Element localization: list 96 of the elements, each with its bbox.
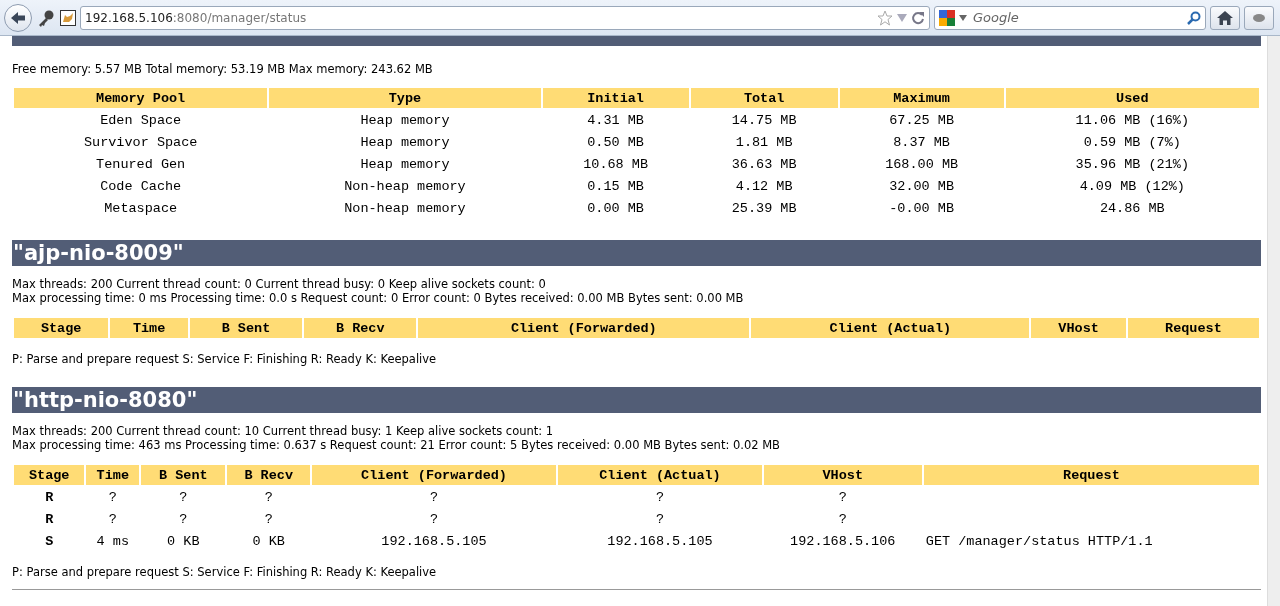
table-cell-text: 24.86 MB	[1098, 199, 1166, 218]
connector-heading: "ajp-nio-8009"	[12, 240, 1261, 266]
address-bar[interactable]: 192.168.5.106:8080/manager/status	[80, 5, 930, 30]
memory-summary: Free memory: 5.57 MB Total memory: 53.19 MB Max memory: 243.62 MB	[12, 62, 434, 76]
table-cell-text: 4.31 MB	[586, 111, 645, 130]
table-cell-text: ?	[107, 488, 118, 507]
column-header: Type	[269, 88, 541, 109]
table-cell-text: Code Cache	[99, 177, 183, 196]
table-cell-text: 4 ms	[95, 532, 130, 551]
column-header: Memory Pool	[14, 88, 268, 109]
table-cell-text: 25.39 MB	[730, 199, 798, 218]
table-cell-text: S	[44, 532, 55, 551]
column-header: Request	[1127, 318, 1259, 339]
table-cell-text: Non-heap memory	[343, 199, 467, 218]
table-cell-text: 0.50 MB	[586, 133, 645, 152]
table-cell-text: ?	[837, 488, 848, 507]
column-header: VHost	[763, 465, 922, 486]
table-cell-text: Eden Space	[99, 111, 183, 130]
url-text: 192.168.5.106:8080/manager/status	[85, 10, 308, 25]
table-cell-text: R	[44, 510, 55, 529]
connector-stats: Max threads: 200 Current thread count: 10 Current thread busy: 1 Keep alive sockets count: 1	[12, 424, 555, 438]
column-header: Request	[923, 465, 1259, 486]
table-cell-text: 32.00 MB	[888, 177, 956, 196]
table-cell-text: 67.25 MB	[888, 111, 956, 130]
column-header: B Sent	[189, 318, 303, 339]
table-cell-text: ?	[263, 488, 274, 507]
table-cell-text: Metaspace	[103, 199, 179, 218]
table-cell-text: 0.15 MB	[586, 177, 645, 196]
table-cell-text: 14.75 MB	[730, 111, 798, 130]
table-cell-text: Heap memory	[359, 111, 451, 130]
column-header: Stage	[14, 465, 85, 486]
scrollbar[interactable]	[1267, 36, 1280, 606]
star-icon[interactable]	[877, 9, 893, 26]
back-arrow-icon	[9, 9, 27, 26]
table-cell-text: 0.59 MB (7%)	[1082, 133, 1182, 152]
table-cell-text: Survivor Space	[82, 133, 199, 152]
table-cell-text: 0 KB	[251, 532, 286, 551]
connector-stats: Max processing time: 0 ms Processing time: 0.0 s Request count: 0 Error count: 0 Bytes received: 0.00 MB Bytes sent: 0.00 MB	[12, 291, 745, 305]
table-cell-text: ?	[263, 510, 274, 529]
column-header: VHost	[1031, 318, 1126, 339]
stage-legend: P: Parse and prepare request S: Service F: Finishing R: Ready K: Keepalive	[12, 352, 1261, 366]
column-header: Client (Actual)	[558, 465, 762, 486]
table-cell-text: 192.168.5.105	[380, 532, 488, 551]
column-header: Stage	[14, 318, 109, 339]
stage-legend: P: Parse and prepare request S: Service F: Finishing R: Ready K: Keepalive	[12, 565, 1261, 579]
table-cell-text: 4.09 MB (12%)	[1078, 177, 1186, 196]
column-header: Maximum	[839, 88, 1004, 109]
column-header: Client (Forwarded)	[418, 318, 750, 339]
column-header: Client (Forwarded)	[311, 465, 557, 486]
table-cell-text: ?	[178, 488, 189, 507]
back-button[interactable]	[4, 3, 32, 32]
table-cell-text: 192.168.5.106	[789, 532, 897, 551]
table-cell-text: 11.06 MB (16%)	[1074, 111, 1190, 130]
table-cell-text: 35.96 MB (21%)	[1074, 155, 1190, 174]
table-cell-text: Non-heap memory	[343, 177, 467, 196]
column-header: Total	[690, 88, 838, 109]
table-cell-text: ?	[654, 510, 665, 529]
table-cell-text: Tenured Gen	[95, 155, 187, 174]
table-cell-text: ?	[107, 510, 118, 529]
table-cell-text: 8.37 MB	[892, 133, 951, 152]
search-bar[interactable]: Google	[934, 5, 1206, 30]
column-header: B Sent	[141, 465, 226, 486]
table-cell-text: R	[44, 488, 55, 507]
table-cell-text: 0 KB	[166, 532, 201, 551]
column-header: Client (Actual)	[751, 318, 1030, 339]
column-header: Time	[110, 318, 188, 339]
table-cell-text: ?	[837, 510, 848, 529]
column-header: Time	[86, 465, 140, 486]
connector-stats: Max processing time: 463 ms Processing time: 0.637 s Request count: 21 Error count: 5 Bytes received: 0.00 MB Bytes sent: 0.02 MB	[12, 438, 781, 452]
table-cell-text: 1.81 MB	[734, 133, 794, 152]
table-cell-text: 0.00 MB	[586, 199, 645, 218]
table-cell-text: ?	[654, 488, 665, 507]
table-cell-text: 192.168.5.105	[606, 532, 714, 551]
table-cell-text: Heap memory	[359, 155, 451, 174]
table-cell-text: ?	[428, 488, 440, 507]
table-cell-text: 168.00 MB	[884, 155, 960, 174]
home-icon	[1217, 10, 1233, 25]
connector-heading: "http-nio-8080"	[12, 387, 1261, 413]
table-cell-text: Heap memory	[359, 133, 451, 152]
google-logo-icon	[939, 9, 955, 26]
search-icon[interactable]	[1187, 10, 1201, 25]
table-cell-text: GET /manager/status HTTP/1.1	[924, 532, 1154, 551]
table-cell-text: -0.00 MB	[888, 199, 956, 218]
reload-icon[interactable]	[911, 10, 925, 25]
table-cell-text: 10.68 MB	[582, 155, 649, 174]
table-cell-text: ?	[178, 510, 189, 529]
column-header: B Recv	[227, 465, 310, 486]
column-header: B Recv	[304, 318, 417, 339]
table-cell-text: 36.63 MB	[730, 155, 798, 174]
connector-stats: Max threads: 200 Current thread count: 0 Current thread busy: 0 Keep alive sockets count: 0	[12, 277, 547, 291]
home-button[interactable]	[1210, 5, 1240, 30]
table-cell-text: 4.12 MB	[734, 177, 794, 196]
dropdown-icon[interactable]	[959, 14, 967, 21]
column-header: Used	[1005, 88, 1259, 109]
table-cell-text: ?	[428, 510, 440, 529]
column-header: Initial	[542, 88, 689, 109]
